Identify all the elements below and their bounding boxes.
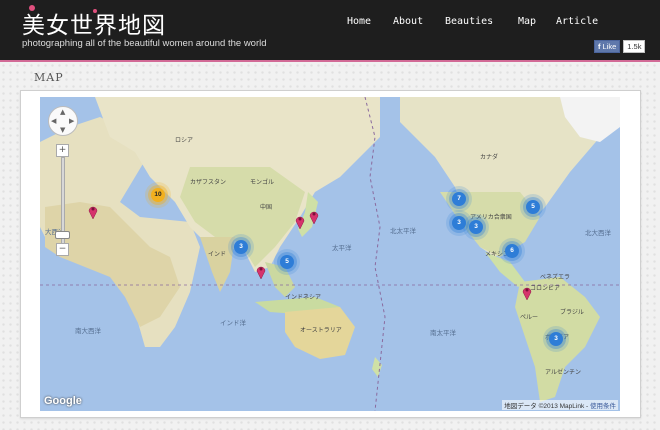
cluster-marker[interactable]: 5 bbox=[280, 255, 294, 269]
zoom-slider-handle[interactable] bbox=[55, 231, 70, 239]
location-pin-icon[interactable] bbox=[522, 285, 532, 300]
ocean-label-pacific: 太平洋 bbox=[332, 245, 352, 252]
cluster-marker[interactable]: 10 bbox=[151, 188, 165, 202]
ocean-label-north-pacific: 北太平洋 bbox=[390, 228, 416, 235]
label-kazakhstan: カザフスタン bbox=[190, 180, 227, 186]
world-map[interactable]: ロシア 中国 モンゴル カナダ アメリカ合衆国 メキシコ ブラジル オーストラリ… bbox=[40, 97, 620, 411]
cluster-marker[interactable]: 3 bbox=[469, 220, 483, 234]
label-venezuela: ベネズエラ bbox=[540, 275, 571, 281]
terms-link[interactable]: 使用条件 bbox=[590, 403, 616, 410]
label-peru: ペルー bbox=[520, 315, 539, 321]
ocean-label-south-atlantic: 南大西洋 bbox=[75, 328, 101, 335]
label-australia: オーストラリア bbox=[300, 328, 342, 334]
label-brazil: ブラジル bbox=[560, 310, 584, 316]
like-label: Like bbox=[602, 42, 617, 51]
label-argentina: アルゼンチン bbox=[545, 370, 581, 376]
nav-about[interactable]: About bbox=[393, 16, 423, 27]
label-india: インド bbox=[208, 252, 227, 258]
pan-down-icon[interactable]: ▼ bbox=[60, 126, 65, 134]
facebook-like-widget[interactable]: f Like 1.5k bbox=[594, 40, 646, 53]
pan-control[interactable]: ▲ ▼ ◀ ▶ bbox=[48, 106, 78, 136]
facebook-like-button[interactable]: f Like bbox=[594, 40, 621, 53]
title-accent-dot bbox=[29, 5, 35, 11]
cluster-marker[interactable]: 3 bbox=[234, 240, 248, 254]
label-indonesia: インドネシア bbox=[285, 295, 322, 301]
google-logo[interactable]: Google bbox=[44, 395, 82, 407]
label-canada: カナダ bbox=[480, 155, 499, 161]
label-mongolia: モンゴル bbox=[250, 180, 275, 186]
zoom-in-button[interactable]: + bbox=[56, 144, 69, 157]
nav-map[interactable]: Map bbox=[518, 16, 536, 27]
location-pin-icon[interactable] bbox=[309, 209, 319, 224]
nav-article[interactable]: Article bbox=[556, 16, 598, 27]
cluster-marker[interactable]: 3 bbox=[452, 216, 466, 230]
cluster-marker[interactable]: 3 bbox=[549, 332, 563, 346]
facebook-f-icon: f bbox=[598, 42, 601, 51]
map-attribution: 地図データ ©2013 MapLink - 使用条件 bbox=[502, 400, 618, 410]
like-count: 1.5k bbox=[623, 40, 646, 53]
ocean-label-north-atlantic: 北大西洋 bbox=[585, 230, 611, 237]
label-china: 中国 bbox=[260, 205, 273, 211]
label-colombia: コロンビア bbox=[530, 286, 561, 292]
label-russia: ロシア bbox=[175, 138, 194, 144]
site-tagline: photographing all of the beautiful women… bbox=[22, 38, 267, 49]
pan-left-icon[interactable]: ◀ bbox=[51, 117, 56, 125]
nav-home[interactable]: Home bbox=[347, 16, 371, 27]
location-pin-icon[interactable] bbox=[256, 264, 266, 279]
nav-beauties[interactable]: Beauties bbox=[445, 16, 493, 27]
location-pin-icon[interactable] bbox=[295, 214, 305, 229]
ocean-label-indian: インド洋 bbox=[220, 320, 246, 327]
location-pin-icon[interactable] bbox=[88, 204, 98, 219]
cluster-marker[interactable]: 6 bbox=[505, 244, 519, 258]
pan-right-icon[interactable]: ▶ bbox=[69, 117, 74, 125]
section-title: MAP bbox=[34, 71, 64, 84]
ocean-label-south-pacific: 南太平洋 bbox=[430, 330, 456, 337]
map-terrain bbox=[40, 97, 620, 411]
pan-up-icon[interactable]: ▲ bbox=[60, 108, 65, 116]
title-accent-dot-small bbox=[93, 9, 97, 13]
zoom-out-button[interactable]: − bbox=[56, 243, 69, 256]
cluster-marker[interactable]: 7 bbox=[452, 192, 466, 206]
attribution-text: 地図データ ©2013 MapLink - bbox=[504, 403, 589, 410]
cluster-marker[interactable]: 5 bbox=[526, 200, 540, 214]
site-header: 美女世界地図 photographing all of the beautifu… bbox=[0, 0, 660, 62]
